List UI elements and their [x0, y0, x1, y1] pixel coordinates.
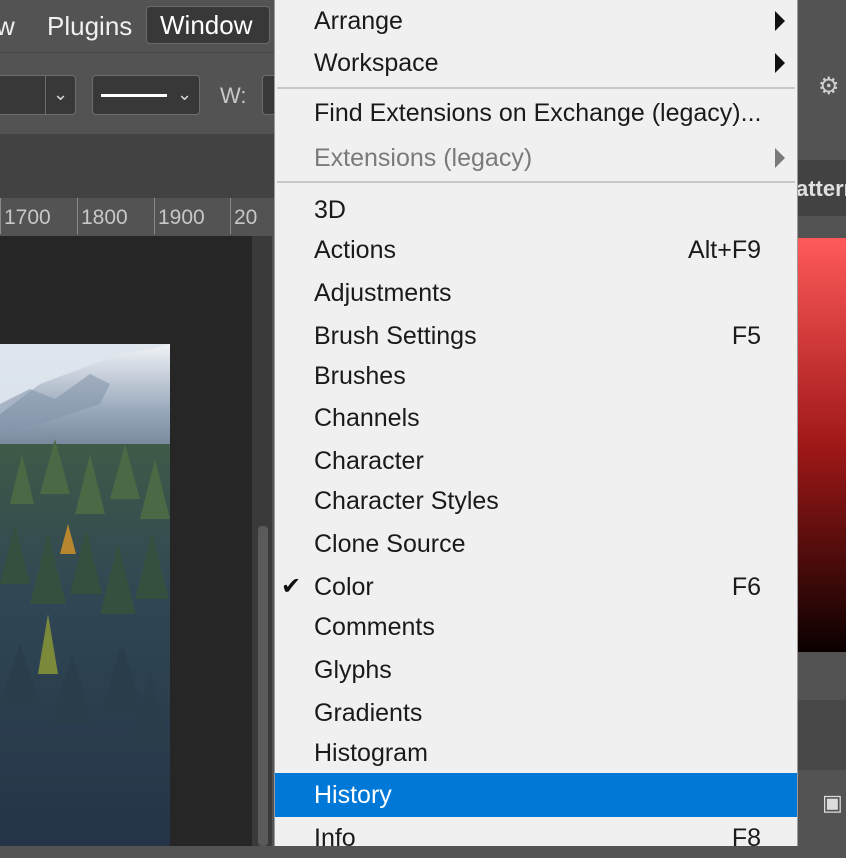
menu-view[interactable]: w — [0, 12, 15, 40]
shortcut: F5 — [731, 322, 761, 350]
shortcut: Alt+F9 — [688, 236, 761, 264]
chevron-down-icon: ⌄ — [177, 84, 193, 104]
stroke-size-dropdown[interactable]: ⌄ — [0, 75, 76, 115]
menu-item-adjustments[interactable]: Adjustments — [275, 273, 797, 313]
checkmark-icon: ✔ — [281, 573, 302, 600]
menu-item-comments[interactable]: Comments — [275, 607, 797, 647]
tab-patterns[interactable]: attern — [796, 176, 846, 202]
menu-item-3d[interactable]: 3D — [275, 190, 797, 230]
shortcut: F6 — [731, 573, 761, 601]
right-panel: attern ⚙ ▣ — [796, 0, 846, 846]
color-picker-field[interactable] — [798, 238, 846, 652]
panel-tab-bar: attern — [796, 160, 846, 216]
menu-item-arrange[interactable]: Arrange — [275, 1, 797, 41]
menu-separator — [277, 87, 795, 89]
vertical-scrollbar[interactable] — [252, 236, 272, 846]
stroke-line-preview — [101, 94, 167, 97]
menu-item-character[interactable]: Character — [275, 441, 797, 481]
menu-item-brushes[interactable]: Brushes — [275, 356, 797, 396]
menu-item-color[interactable]: ✔ Color F6 — [275, 567, 797, 607]
menu-window[interactable]: Window — [146, 6, 270, 44]
menu-item-actions[interactable]: Actions Alt+F9 — [275, 230, 797, 270]
menu-item-brush-settings[interactable]: Brush Settings F5 — [275, 316, 797, 356]
ruler-label: 1800 — [81, 206, 128, 229]
menu-item-find-extensions[interactable]: Find Extensions on Exchange (legacy)... — [275, 93, 797, 133]
menu-item-workspace[interactable]: Workspace — [275, 43, 797, 83]
menu-item-character-styles[interactable]: Character Styles — [275, 481, 797, 521]
ruler-label: 20 — [234, 206, 258, 229]
menu-plugins[interactable]: Plugins — [47, 12, 132, 40]
menu-item-channels[interactable]: Channels — [275, 398, 797, 438]
submenu-arrow-icon — [775, 148, 785, 168]
canvas-image — [0, 344, 170, 846]
gear-icon[interactable]: ⚙ — [818, 72, 840, 112]
menu-item-glyphs[interactable]: Glyphs — [275, 650, 797, 690]
submenu-arrow-icon — [775, 11, 785, 31]
stroke-type-dropdown[interactable]: ⌄ — [92, 75, 200, 115]
horizontal-ruler: 1700 1800 1900 20 — [0, 198, 272, 237]
menu-item-histogram[interactable]: Histogram — [275, 733, 797, 773]
lock-icon[interactable]: ▣ — [822, 790, 843, 820]
ruler-label: 1900 — [158, 206, 205, 229]
menu-window-label: Window — [160, 10, 253, 40]
panel-section — [796, 700, 846, 770]
menu-item-extensions-legacy: Extensions (legacy) — [275, 138, 797, 178]
menu-separator — [277, 181, 795, 183]
submenu-arrow-icon — [775, 53, 785, 73]
menu-item-history[interactable]: History — [275, 773, 797, 817]
menu-item-clone-source[interactable]: Clone Source — [275, 524, 797, 564]
window-menu-dropdown: Arrange Workspace Find Extensions on Exc… — [274, 0, 798, 852]
chevron-down-icon: ⌄ — [53, 84, 69, 104]
ruler-label: 1700 — [4, 206, 51, 229]
menu-item-info[interactable]: Info F8 — [275, 818, 797, 858]
shortcut: F8 — [731, 824, 761, 852]
menu-item-gradients[interactable]: Gradients — [275, 693, 797, 733]
width-label: W: — [220, 83, 247, 108]
